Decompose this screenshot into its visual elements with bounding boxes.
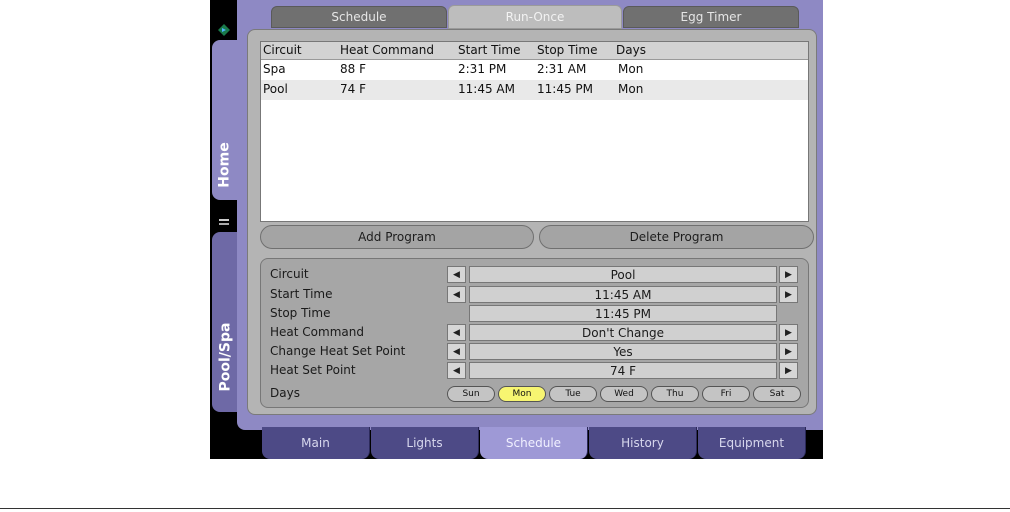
table-row[interactable]: Spa 88 F 2:31 PM 2:31 AM Mon	[261, 60, 808, 80]
cell-stop-time: 2:31 AM	[537, 62, 587, 76]
circuit-next-button[interactable]: ▶	[779, 266, 798, 283]
day-sun-button[interactable]: Sun	[447, 386, 495, 402]
heat-command-value: Don't Change	[469, 324, 777, 341]
heat-set-point-label: Heat Set Point	[270, 363, 356, 377]
circuit-value: Pool	[469, 266, 777, 283]
page-divider	[0, 508, 1010, 509]
heat-command-prev-button[interactable]: ◀	[447, 324, 466, 341]
cell-heat-command: 74 F	[340, 82, 366, 96]
day-fri-button[interactable]: Fri	[702, 386, 750, 402]
tab-schedule[interactable]: Schedule	[271, 6, 447, 28]
circuit-prev-button[interactable]: ◀	[447, 266, 466, 283]
sidebar-tab-pool-spa[interactable]: Pool/Spa	[212, 232, 238, 412]
change-set-point-next-button[interactable]: ▶	[779, 343, 798, 360]
sidebar-tab-home[interactable]: Home	[212, 40, 238, 200]
start-time-value: 11:45 AM	[469, 286, 777, 303]
day-thu-button[interactable]: Thu	[651, 386, 699, 402]
delete-program-button[interactable]: Delete Program	[539, 225, 814, 249]
col-stop-time: Stop Time	[537, 43, 598, 57]
day-tue-button[interactable]: Tue	[549, 386, 597, 402]
cell-heat-command: 88 F	[340, 62, 366, 76]
table-row[interactable]: Pool 74 F 11:45 AM 11:45 PM Mon	[261, 80, 808, 100]
start-time-next-button[interactable]: ▶	[779, 286, 798, 303]
heat-command-label: Heat Command	[270, 325, 364, 339]
cell-start-time: 11:45 AM	[458, 82, 515, 96]
sidebar-tab-pool-spa-label: Pool/Spa	[217, 322, 233, 392]
stop-time-label: Stop Time	[270, 306, 331, 320]
cell-days: Mon	[618, 82, 644, 96]
heat-set-point-prev-button[interactable]: ◀	[447, 362, 466, 379]
tab-run-once[interactable]: Run-Once	[448, 5, 622, 29]
col-days: Days	[616, 43, 646, 57]
table-header: Circuit Heat Command Start Time Stop Tim…	[261, 42, 808, 60]
program-table: Circuit Heat Command Start Time Stop Tim…	[260, 41, 809, 222]
sidebar: Home Pool/Spa	[210, 0, 238, 430]
start-time-label: Start Time	[270, 287, 333, 301]
start-time-prev-button[interactable]: ◀	[447, 286, 466, 303]
heat-set-point-value: 74 F	[469, 362, 777, 379]
days-label: Days	[270, 386, 300, 400]
day-mon-button[interactable]: Mon	[498, 386, 546, 402]
nav-main[interactable]: Main	[262, 427, 370, 459]
cell-stop-time: 11:45 PM	[537, 82, 593, 96]
col-heat-command: Heat Command	[340, 43, 434, 57]
cell-circuit: Pool	[263, 82, 288, 96]
col-circuit: Circuit	[263, 43, 302, 57]
cell-circuit: Spa	[263, 62, 286, 76]
heat-command-next-button[interactable]: ▶	[779, 324, 798, 341]
nav-lights[interactable]: Lights	[371, 427, 479, 459]
heat-set-point-next-button[interactable]: ▶	[779, 362, 798, 379]
day-wed-button[interactable]: Wed	[600, 386, 648, 402]
tab-egg-timer[interactable]: Egg Timer	[623, 6, 799, 28]
program-editor: Circuit ◀ Pool ▶ Start Time ◀ 11:45 AM ▶…	[260, 258, 809, 408]
day-sat-button[interactable]: Sat	[753, 386, 801, 402]
change-set-point-prev-button[interactable]: ◀	[447, 343, 466, 360]
nav-schedule[interactable]: Schedule	[480, 427, 588, 459]
change-set-point-value: Yes	[469, 343, 777, 360]
nav-equipment[interactable]: Equipment	[698, 427, 806, 459]
run-once-panel: Circuit Heat Command Start Time Stop Tim…	[247, 29, 817, 415]
cell-start-time: 2:31 PM	[458, 62, 507, 76]
app-window: Home Pool/Spa Schedule Run-Once Egg Time…	[210, 0, 823, 459]
col-start-time: Start Time	[458, 43, 521, 57]
diamond-arrow-icon[interactable]	[218, 24, 230, 36]
sidebar-tab-home-label: Home	[217, 142, 234, 188]
cell-days: Mon	[618, 62, 644, 76]
stop-time-value: 11:45 PM	[469, 305, 777, 322]
change-set-point-label: Change Heat Set Point	[270, 344, 406, 358]
nav-history[interactable]: History	[589, 427, 697, 459]
circuit-label: Circuit	[270, 267, 309, 281]
add-program-button[interactable]: Add Program	[260, 225, 534, 249]
pool-icon	[219, 219, 229, 225]
